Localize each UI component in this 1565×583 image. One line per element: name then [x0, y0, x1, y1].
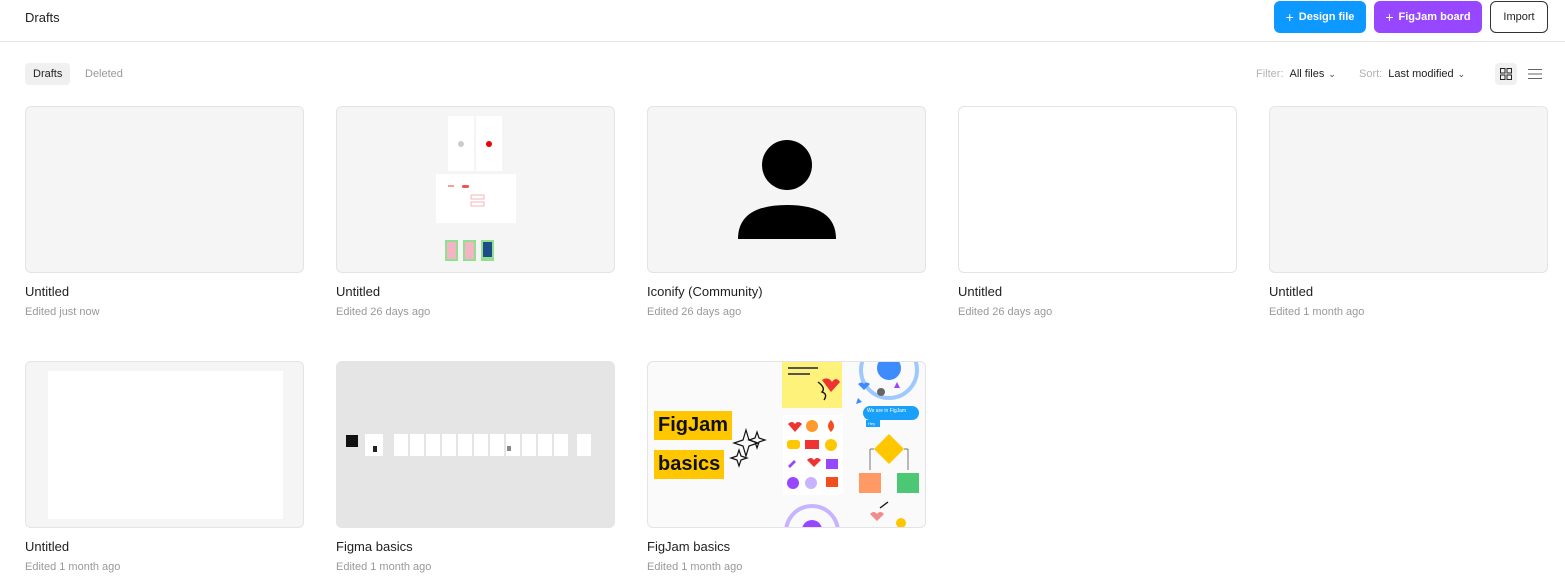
figjam-thumb-bubble: We are in FigJam: [867, 408, 907, 414]
chevron-down-icon: ⌄: [1328, 68, 1336, 79]
sort-label: Sort:: [1359, 68, 1383, 80]
file-thumbnail[interactable]: [25, 361, 304, 528]
user-icon: [738, 140, 836, 239]
file-name: Figma basics: [336, 539, 413, 554]
sort-dropdown[interactable]: Sort: Last modified ⌄: [1359, 68, 1465, 80]
file-card[interactable]: Iconify (Community) Edited 26 days ago: [647, 106, 926, 318]
tab-deleted[interactable]: Deleted: [77, 63, 131, 85]
chevron-down-icon: ⌄: [1457, 68, 1466, 79]
file-edited: Edited 1 month ago: [1269, 306, 1365, 318]
new-figjam-board-button[interactable]: + FigJam board: [1374, 1, 1482, 33]
file-card[interactable]: FigJam basics We are in FigJam Hey FigJa…: [647, 361, 926, 573]
filter-dropdown[interactable]: Filter: All files ⌄: [1256, 68, 1336, 80]
plus-icon: +: [1385, 9, 1394, 25]
file-thumbnail[interactable]: FigJam basics We are in FigJam Hey: [647, 361, 926, 528]
file-edited: Edited 1 month ago: [647, 561, 743, 573]
figma-basics-preview: [346, 434, 591, 456]
grid-icon: [1500, 68, 1512, 80]
white-frame-preview: [48, 371, 283, 519]
file-thumbnail[interactable]: [336, 106, 615, 273]
list-view-button[interactable]: [1524, 63, 1546, 85]
list-icon: [1528, 69, 1542, 79]
figjam-basics-preview: [729, 362, 919, 527]
new-design-file-button[interactable]: + Design file: [1274, 1, 1366, 33]
file-edited: Edited 26 days ago: [647, 306, 742, 318]
filter-value: All files: [1289, 68, 1325, 80]
file-name: Untitled: [958, 284, 1003, 299]
top-bar: Drafts + Design file + FigJam board Impo…: [0, 0, 1565, 42]
file-card[interactable]: Figma basics Edited 1 month ago: [336, 361, 615, 573]
sort-value: Last modified: [1388, 68, 1454, 80]
page-title: Drafts: [25, 10, 60, 25]
file-name: Untitled: [1269, 284, 1314, 299]
file-card[interactable]: Untitled Edited just now: [25, 106, 304, 318]
new-design-file-label: Design file: [1298, 11, 1355, 23]
file-edited: Edited just now: [25, 306, 100, 318]
grid-view-button[interactable]: [1495, 63, 1517, 85]
plus-icon: +: [1285, 9, 1294, 25]
file-edited: Edited 1 month ago: [25, 561, 121, 573]
figjam-thumb-tag: Hey: [868, 421, 876, 426]
file-name: FigJam basics: [647, 539, 731, 554]
file-edited: Edited 26 days ago: [958, 306, 1053, 318]
file-name: Untitled: [25, 284, 70, 299]
file-thumbnail[interactable]: [958, 106, 1237, 273]
file-edited: Edited 26 days ago: [336, 306, 431, 318]
file-name: Untitled: [25, 539, 70, 554]
file-thumbnail[interactable]: [336, 361, 615, 528]
file-edited: Edited 1 month ago: [336, 561, 432, 573]
tab-drafts[interactable]: Drafts: [25, 63, 71, 85]
file-thumbnail[interactable]: [647, 106, 926, 273]
file-thumbnail[interactable]: [25, 106, 304, 273]
file-card[interactable]: Untitled Edited 26 days ago: [958, 106, 1237, 318]
wireframe-preview: [436, 116, 516, 261]
file-name: Untitled: [336, 284, 381, 299]
file-name: Iconify (Community): [647, 284, 763, 299]
filter-label: Filter:: [1256, 68, 1284, 80]
file-thumbnail[interactable]: [1269, 106, 1548, 273]
new-figjam-board-label: FigJam board: [1398, 11, 1471, 23]
file-card[interactable]: Untitled Edited 1 month ago: [25, 361, 304, 573]
import-button[interactable]: Import: [1490, 1, 1548, 33]
file-card[interactable]: Untitled Edited 26 days ago: [336, 106, 615, 318]
file-card[interactable]: Untitled Edited 1 month ago: [1269, 106, 1548, 318]
